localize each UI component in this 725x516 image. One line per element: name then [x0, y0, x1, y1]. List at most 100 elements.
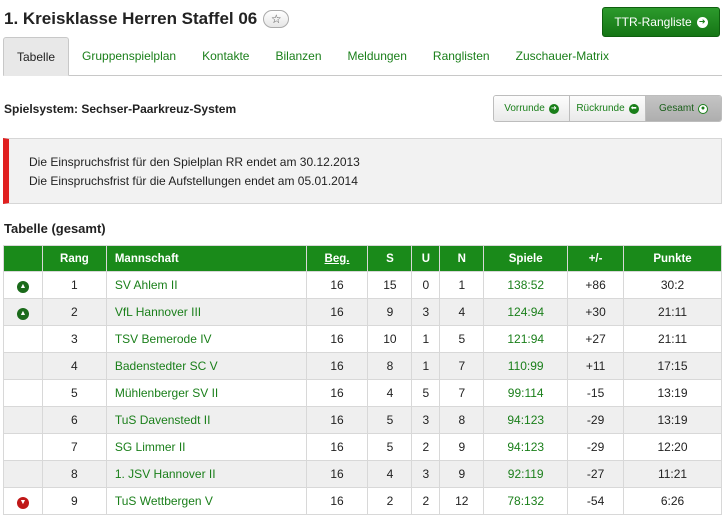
tab-label: Bilanzen — [275, 49, 322, 63]
arrow-right-circle-icon: ➜ — [696, 16, 708, 28]
u-cell: 1 — [411, 352, 441, 380]
s-cell: 9 — [367, 298, 413, 326]
s-cell: 10 — [367, 325, 413, 353]
tab-label: Zuschauer-Matrix — [515, 49, 609, 63]
u-cell: 2 — [411, 433, 441, 461]
spiele-cell: 94:123 — [483, 433, 569, 461]
tab-meldungen[interactable]: Meldungen — [335, 37, 420, 75]
beg-cell: 16 — [305, 379, 369, 407]
tab-ranglisten[interactable]: Ranglisten — [420, 37, 503, 75]
s-cell: 4 — [367, 460, 413, 488]
promotion-chevron-up-icon: ▲ — [16, 307, 29, 320]
gesamt-button[interactable]: Gesamt ● — [646, 96, 721, 121]
team-link[interactable]: TSV Bemerode IV — [105, 325, 307, 353]
punkte-cell: 30:2 — [623, 271, 722, 299]
table-row: ▼ 9 TuS Wettbergen V 16 2 2 12 78:132 -54 6:26 — [3, 487, 722, 515]
s-cell: 15 — [367, 271, 413, 299]
vorrunde-button[interactable]: Vorrunde ➜ — [494, 96, 570, 121]
table-row: ▲ 1 SV Ahlem II 16 15 0 1 138:52 +86 30:2 — [3, 271, 722, 299]
team-link[interactable]: 1. JSV Hannover II — [105, 460, 307, 488]
n-cell: 5 — [439, 325, 485, 353]
gesamt-label: Gesamt — [658, 103, 694, 114]
diff-cell: +30 — [567, 298, 625, 326]
n-cell: 9 — [439, 460, 485, 488]
col-s: S — [367, 245, 413, 272]
arrow-right-circle-icon: ➜ — [548, 103, 559, 114]
table-row: 8 1. JSV Hannover II 16 4 3 9 92:119 -27 11:21 — [3, 460, 722, 488]
beg-cell: 16 — [305, 487, 369, 515]
ttr-rangliste-button[interactable]: TTR-Rangliste ➜ — [602, 7, 720, 37]
spiele-cell: 138:52 — [483, 271, 569, 299]
n-cell: 12 — [439, 487, 485, 515]
col-spiele: Spiele — [483, 245, 569, 272]
team-link[interactable]: Badenstedter SC V — [105, 352, 307, 380]
col-beg[interactable]: Beg. — [305, 245, 369, 272]
rang-cell: 1 — [41, 271, 107, 299]
rang-cell: 5 — [41, 379, 107, 407]
diff-cell: -29 — [567, 433, 625, 461]
punkte-cell: 13:19 — [623, 379, 722, 407]
diff-cell: -27 — [567, 460, 625, 488]
notice-line-1: Die Einspruchsfrist für den Spielplan RR… — [29, 155, 360, 169]
trend-cell — [3, 460, 43, 488]
rang-cell: 7 — [41, 433, 107, 461]
dot-circle-icon: ● — [698, 103, 708, 114]
punkte-cell: 21:11 — [623, 298, 722, 326]
promotion-chevron-up-icon: ▲ — [16, 280, 29, 293]
rang-cell: 8 — [41, 460, 107, 488]
table-row: 3 TSV Bemerode IV 16 10 1 5 121:94 +27 21:11 — [3, 325, 722, 353]
punkte-cell: 12:20 — [623, 433, 722, 461]
tab-tabelle[interactable]: Tabelle — [3, 37, 70, 76]
u-cell: 5 — [411, 379, 441, 407]
rang-cell: 4 — [41, 352, 107, 380]
n-cell: 9 — [439, 433, 485, 461]
tab-zuschauer-matrix[interactable]: Zuschauer-Matrix — [503, 37, 622, 75]
beg-cell: 16 — [305, 406, 369, 434]
tab-label: Gruppenspielplan — [82, 49, 177, 63]
table-header-row: Rang Mannschaft Beg. S U N Spiele +/- Pu… — [3, 245, 722, 272]
team-link[interactable]: VfL Hannover III — [105, 298, 307, 326]
star-icon: ☆ — [270, 12, 282, 26]
n-cell: 1 — [439, 271, 485, 299]
rang-cell: 9 — [41, 487, 107, 515]
trend-cell: ▼ — [3, 487, 43, 515]
arrow-left-circle-icon: ⬅ — [628, 103, 639, 114]
tab-bilanzen[interactable]: Bilanzen — [262, 37, 334, 75]
punkte-cell: 21:11 — [623, 325, 722, 353]
notice-line-2: Die Einspruchsfrist für die Aufstellunge… — [29, 174, 358, 188]
col-u: U — [411, 245, 441, 272]
team-link[interactable]: SG Limmer II — [105, 433, 307, 461]
s-cell: 5 — [367, 433, 413, 461]
col-mannschaft: Mannschaft — [105, 245, 307, 272]
page-title: 1. Kreisklasse Herren Staffel 06 ☆ — [4, 9, 290, 29]
s-cell: 4 — [367, 379, 413, 407]
table-row: ▲ 2 VfL Hannover III 16 9 3 4 124:94 +30 21:11 — [3, 298, 722, 326]
punkte-cell: 17:15 — [623, 352, 722, 380]
spiele-cell: 94:123 — [483, 406, 569, 434]
standings-table: Rang Mannschaft Beg. S U N Spiele +/- Pu… — [3, 245, 722, 515]
spiele-cell: 99:114 — [483, 379, 569, 407]
section-title: Tabelle (gesamt) — [4, 221, 106, 236]
beg-cell: 16 — [305, 352, 369, 380]
spiele-cell: 78:132 — [483, 487, 569, 515]
u-cell: 0 — [411, 271, 441, 299]
favorite-star-button[interactable]: ☆ — [263, 10, 290, 28]
rueckrunde-button[interactable]: Rückrunde ⬅ — [570, 96, 646, 121]
tab-kontakte[interactable]: Kontakte — [189, 37, 262, 75]
trend-cell: ▲ — [3, 271, 43, 299]
tab-label: Tabelle — [17, 49, 56, 64]
spiele-cell: 124:94 — [483, 298, 569, 326]
n-cell: 7 — [439, 352, 485, 380]
team-link[interactable]: TuS Davenstedt II — [105, 406, 307, 434]
team-link[interactable]: SV Ahlem II — [105, 271, 307, 299]
n-cell: 8 — [439, 406, 485, 434]
diff-cell: +86 — [567, 271, 625, 299]
s-cell: 2 — [367, 487, 413, 515]
tab-gruppenspielplan[interactable]: Gruppenspielplan — [69, 37, 189, 75]
beg-cell: 16 — [305, 460, 369, 488]
spiele-cell: 110:99 — [483, 352, 569, 380]
team-link[interactable]: Mühlenberger SV II — [105, 379, 307, 407]
trend-cell — [3, 325, 43, 353]
team-link[interactable]: TuS Wettbergen V — [105, 487, 307, 515]
s-cell: 5 — [367, 406, 413, 434]
